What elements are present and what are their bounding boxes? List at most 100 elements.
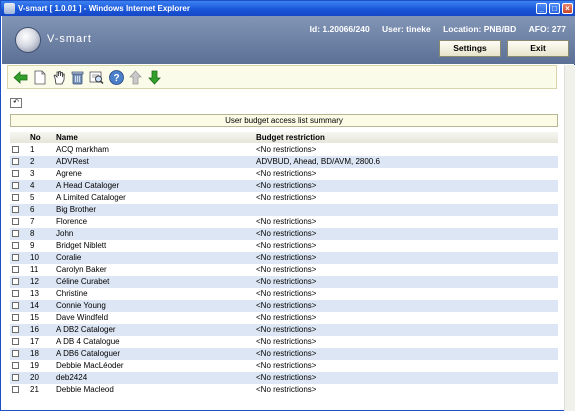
table-row[interactable]: 17 A DB 4 Catalogue <No restrictions> (10, 336, 558, 348)
row-checkbox[interactable] (12, 266, 19, 274)
row-number: 2 (28, 156, 54, 168)
row-number: 9 (28, 240, 54, 252)
row-checkbox[interactable] (12, 302, 19, 310)
row-checkbox[interactable] (12, 242, 19, 250)
hand-select-icon[interactable] (50, 69, 67, 86)
row-select-cell (10, 180, 28, 192)
undo-icon[interactable]: ↶ (10, 98, 22, 108)
row-checkbox[interactable] (12, 350, 19, 358)
row-budget-restriction: <No restrictions> (254, 240, 558, 252)
row-name: Big Brother (54, 204, 254, 216)
row-checkbox[interactable] (12, 278, 19, 286)
row-checkbox[interactable] (12, 254, 19, 262)
row-checkbox[interactable] (12, 218, 19, 226)
table-row[interactable]: 10 Coralie <No restrictions> (10, 252, 558, 264)
exit-button[interactable]: Exit (507, 40, 569, 57)
table-row[interactable]: 21 Debbie Macleod <No restrictions> (10, 384, 558, 396)
row-select-cell (10, 240, 28, 252)
vsmart-logo-icon (16, 28, 40, 52)
table-row[interactable]: 19 Debbie MacLéoder <No restrictions> (10, 360, 558, 372)
row-select-cell (10, 288, 28, 300)
row-checkbox[interactable] (12, 290, 19, 298)
table-row[interactable]: 4A Head Cataloger <No restrictions> (10, 180, 558, 192)
close-icon[interactable]: × (562, 3, 573, 14)
row-checkbox[interactable] (12, 146, 19, 154)
row-select-cell (10, 336, 28, 348)
row-budget-restriction: <No restrictions> (254, 276, 558, 288)
move-up-icon[interactable] (127, 69, 144, 86)
row-number: 18 (28, 348, 54, 360)
row-checkbox[interactable] (12, 386, 19, 394)
row-budget-restriction: <No restrictions> (254, 288, 558, 300)
row-checkbox[interactable] (12, 362, 19, 370)
table-row[interactable]: 14 Connie Young <No restrictions> (10, 300, 558, 312)
row-number: 3 (28, 168, 54, 180)
table-row[interactable]: 8 John <No restrictions> (10, 228, 558, 240)
vertical-scrollbar[interactable] (564, 65, 575, 411)
table-row[interactable]: 20 deb2424 <No restrictions> (10, 372, 558, 384)
search-view-icon[interactable] (88, 69, 105, 86)
row-number: 11 (28, 264, 54, 276)
table-row[interactable]: 7 Florence <No restrictions> (10, 216, 558, 228)
row-number: 17 (28, 336, 54, 348)
row-number: 4 (28, 180, 54, 192)
table-row[interactable]: 11 Carolyn Baker <No restrictions> (10, 264, 558, 276)
svg-text:?: ? (113, 73, 119, 84)
new-document-icon[interactable] (31, 69, 48, 86)
table-row[interactable]: 5A Limited Cataloger <No restrictions> (10, 192, 558, 204)
row-name: Debbie MacLéoder (54, 360, 254, 372)
row-budget-restriction: <No restrictions> (254, 252, 558, 264)
row-number: 15 (28, 312, 54, 324)
help-icon[interactable]: ? (108, 69, 125, 86)
row-checkbox[interactable] (12, 338, 19, 346)
row-checkbox[interactable] (12, 182, 19, 190)
row-checkbox[interactable] (12, 206, 19, 214)
row-select-cell (10, 204, 28, 216)
row-name: A Limited Cataloger (54, 192, 254, 204)
table-row[interactable]: 13 Christine <No restrictions> (10, 288, 558, 300)
table-row[interactable]: 12 Céline Curabet <No restrictions> (10, 276, 558, 288)
table-row[interactable]: 18 A DB6 Cataloguer <No restrictions> (10, 348, 558, 360)
minimize-icon[interactable]: _ (536, 3, 547, 14)
row-checkbox[interactable] (12, 374, 19, 382)
row-budget-restriction: <No restrictions> (254, 360, 558, 372)
back-arrow-icon[interactable] (12, 69, 29, 86)
header-no[interactable]: No (28, 132, 54, 144)
table-body: 1 ACQ markham <No restrictions> 2 ADVRest ADV… (10, 143, 558, 396)
row-budget-restriction: <No restrictions> (254, 312, 558, 324)
header-name[interactable]: Name (54, 132, 254, 144)
table-row[interactable]: 16 A DB2 Cataloger <No restrictions> (10, 324, 558, 336)
toolbar: ? (7, 65, 557, 89)
maximize-icon[interactable]: □ (549, 3, 560, 14)
row-checkbox[interactable] (12, 194, 19, 202)
row-checkbox[interactable] (12, 314, 19, 322)
row-checkbox[interactable] (12, 230, 19, 238)
browser-window: V-smart [ 1.0.01 ] - Windows Internet Ex… (0, 0, 575, 411)
row-name: A DB6 Cataloguer (54, 348, 254, 360)
row-budget-restriction: <No restrictions> (254, 192, 558, 204)
table-row[interactable]: 1 ACQ markham <No restrictions> (10, 143, 558, 156)
table-row[interactable]: 6 Big Brother (10, 204, 558, 216)
table-row[interactable]: 2 ADVRest ADVBUD, Ahead, BD/AVM, 2800.6 (10, 156, 558, 168)
settings-button[interactable]: Settings (439, 40, 501, 57)
row-select-cell (10, 276, 28, 288)
table-row[interactable]: 9 Bridget Niblett <No restrictions> (10, 240, 558, 252)
row-name: A Head Cataloger (54, 180, 254, 192)
row-budget-restriction: <No restrictions> (254, 384, 558, 396)
row-checkbox[interactable] (12, 170, 19, 178)
row-checkbox[interactable] (12, 326, 19, 334)
row-name: Carolyn Baker (54, 264, 254, 276)
row-name: Coralie (54, 252, 254, 264)
delete-trash-icon[interactable] (69, 69, 86, 86)
table-row[interactable]: 3 Agrene <No restrictions> (10, 168, 558, 180)
header-budget-restriction[interactable]: Budget restriction (254, 132, 558, 144)
row-checkbox[interactable] (12, 158, 19, 166)
row-number: 8 (28, 228, 54, 240)
row-number: 12 (28, 276, 54, 288)
row-number: 16 (28, 324, 54, 336)
table-row[interactable]: 15 Dave Windfeld <No restrictions> (10, 312, 558, 324)
row-select-cell (10, 228, 28, 240)
move-down-icon[interactable] (146, 69, 163, 86)
row-name: A DB 4 Catalogue (54, 336, 254, 348)
row-budget-restriction: <No restrictions> (254, 372, 558, 384)
